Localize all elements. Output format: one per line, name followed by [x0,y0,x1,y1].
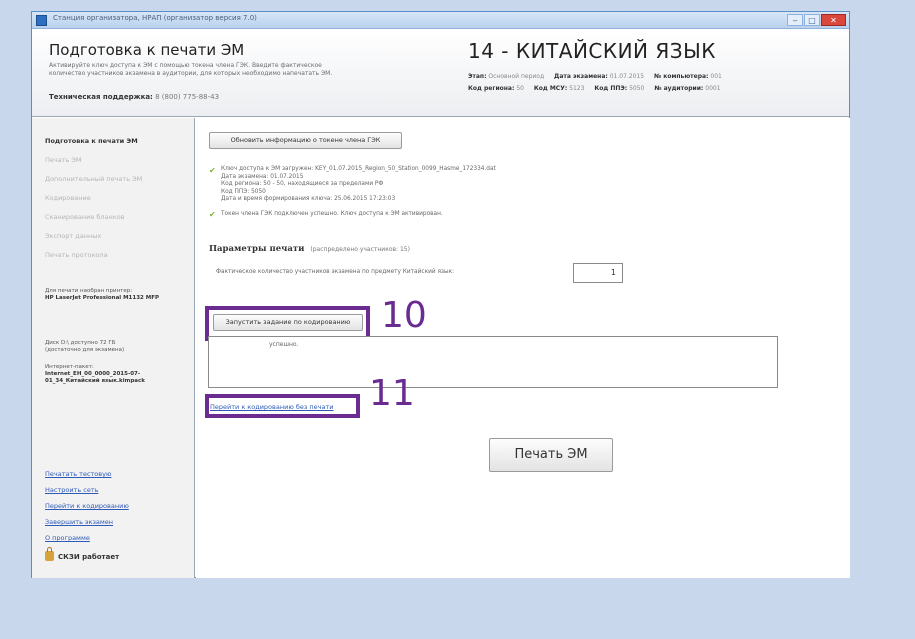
annotation-label-10: 10 [381,295,427,336]
package-name: Internet_EH_00_0000_2015-07-01_34_Китайс… [45,371,145,384]
page-description: Активируйте ключ доступа к ЭМ с помощью … [49,62,333,77]
key-info-line: Код ППЭ: 5050 [221,188,266,195]
key-info: Ключ доступа к ЭМ загружен: KEY_01.07.20… [221,166,496,204]
printer-label: Для печати наобран принтер: [45,288,133,294]
annotation-box-11 [205,394,360,418]
sidebar-item-print[interactable]: Печать ЭМ [45,156,82,164]
page-title: Подготовка к печати ЭМ [49,41,245,59]
printer-info: Для печати наобран принтер: HP LaserJet … [45,288,191,302]
close-button[interactable]: ✕ [821,14,846,26]
header: Подготовка к печати ЭМ Активируйте ключ … [32,29,849,117]
params-title-text: Параметры печати [209,244,305,254]
refresh-token-button[interactable]: Обновить информацию о токене члена ГЭК [209,132,402,149]
print-params-title: Параметры печати (распределено участников… [209,244,410,254]
sidebar-item-extra-print[interactable]: Дополнительный печать ЭМ [45,175,142,183]
package-label: Интернет-пакет: [45,364,94,370]
sidebar-item-protocol[interactable]: Печать протокола [45,251,108,259]
maximize-button[interactable]: □ [804,14,820,26]
meta-label: Код ППЭ: [594,85,628,92]
exam-meta-row-1: Этап: Основной период Дата экзамена: 01.… [468,73,730,80]
meta-value: 5123 [569,85,585,92]
sidebar: Подготовка к печати ЭМ Печать ЭМ Дополни… [32,118,195,578]
annotation-label-11: 11 [369,373,415,414]
meta-label: Этап: [468,73,487,80]
support-label: Техническая поддержка: [49,93,153,101]
key-info-line: Дата и время формирования ключа: 25.06.2… [221,196,396,202]
quantity-label: Фактическое количество участников экзаме… [216,269,455,275]
window-title: Станция организатора, НРАП (организатор … [53,14,257,22]
link-go-coding[interactable]: Перейти к кодированию [45,502,129,510]
disk-label: Диск D:\ доступно 72 ГБ [45,340,116,346]
status-skzi: СКЗИ работает [45,547,120,561]
sidebar-item-export[interactable]: Экспорт данных [45,232,101,240]
sidebar-item-coding[interactable]: Кодирование [45,194,91,202]
exam-meta-row-2: Код региона: 50 Код МСУ: 5123 Код ППЭ: 5… [468,85,729,92]
lock-icon [45,547,54,561]
meta-value: 01.07.2015 [609,73,645,80]
meta-label: № аудитории: [654,85,704,92]
log-text: успешно. [269,341,299,348]
key-info-line: Ключ доступа к ЭМ загружен: KEY_01.07.20… [221,166,496,172]
params-note: (распределено участников: 15) [310,246,410,253]
disk-info: Диск D:\ доступно 72 ГБ (достаточно для … [45,340,191,354]
subject-title: 14 - КИТАЙСКИЙ ЯЗЫК [468,39,716,63]
print-em-button[interactable]: Печать ЭМ [489,438,613,472]
link-network[interactable]: Настроить сеть [45,486,98,494]
meta-label: № компьютера: [653,73,709,80]
log-box: успешно. [208,336,778,388]
sidebar-item-scan[interactable]: Сканирование бланков [45,213,125,221]
meta-value: 5050 [629,85,645,92]
package-info: Интернет-пакет: Internet_EH_00_0000_2015… [45,364,191,385]
token-info: Токен члена ГЭК подключен успешно. Ключ … [221,211,443,217]
disk-sub: (достаточно для экзамена) [45,347,125,353]
tech-support: Техническая поддержка: 8 (800) 775-88-43 [49,93,219,101]
meta-value: Основной период [488,73,545,80]
meta-value: 001 [710,73,722,80]
meta-label: Код региона: [468,85,515,92]
app-window: Станция организатора, НРАП (организатор … [31,11,850,578]
check-icon [209,166,217,176]
status-text: СКЗИ работает [58,553,120,561]
title-bar: Станция организатора, НРАП (организатор … [32,12,849,29]
support-phone: 8 (800) 775-88-43 [155,93,220,101]
meta-value: 0001 [705,85,721,92]
meta-label: Код МСУ: [533,85,568,92]
printer-name: HP LaserJet Professional M1132 MFP [45,295,160,301]
minimize-button[interactable]: ‒ [787,14,803,26]
key-info-line: Код региона: 50 - 50, находящиеся за пре… [221,181,384,187]
link-about[interactable]: О программе [45,534,90,542]
sidebar-item-prepare-print[interactable]: Подготовка к печати ЭМ [45,137,138,145]
link-print-test[interactable]: Печатать тестовую [45,470,111,478]
link-finish-exam[interactable]: Завершить экзамен [45,518,113,526]
check-icon [209,210,217,220]
quantity-input[interactable]: 1 [573,263,623,283]
main-content: Обновить информацию о токене члена ГЭК К… [196,118,850,578]
meta-label: Дата экзамена: [554,73,608,80]
key-info-line: Дата экзамена: 01.07.2015 [221,173,304,180]
app-icon [36,15,47,26]
meta-value: 50 [516,85,524,92]
